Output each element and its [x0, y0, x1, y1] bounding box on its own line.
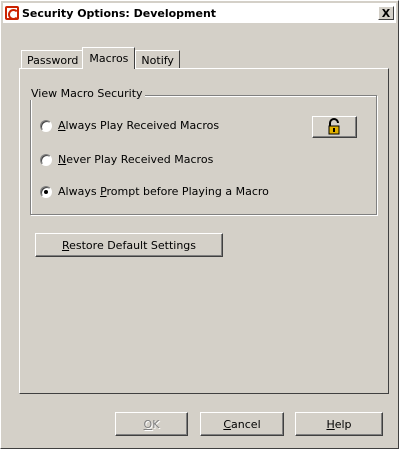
- tab-strip: Password Macros Notify: [21, 45, 180, 69]
- radio-button[interactable]: [40, 119, 52, 132]
- ok-button[interactable]: OK: [115, 412, 188, 436]
- padlock-icon: [328, 118, 339, 135]
- close-button[interactable]: X: [378, 6, 394, 20]
- radio-always-play-label: Always Play Received Macros: [58, 119, 220, 132]
- help-label: Help: [326, 417, 352, 431]
- group-legend: View Macro Security: [29, 87, 145, 100]
- title-bar[interactable]: Security Options: Development X: [3, 3, 396, 23]
- restore-defaults-label: Restore Default Settings: [61, 238, 197, 252]
- radio-never-play[interactable]: Never Play Received Macros: [40, 153, 213, 166]
- tab-password[interactable]: Password: [21, 50, 85, 69]
- tab-macros-label: Macros: [89, 52, 129, 65]
- radio-always-play[interactable]: Always Play Received Macros: [40, 119, 219, 132]
- tab-notify-label: Notify: [141, 53, 174, 67]
- cancel-label: Cancel: [223, 417, 261, 431]
- radio-always-prompt[interactable]: Always Prompt before Playing a Macro: [40, 185, 269, 198]
- radio-button-selected[interactable]: [40, 185, 52, 198]
- window-title: Security Options: Development: [22, 6, 217, 20]
- cancel-button[interactable]: Cancel: [200, 412, 284, 436]
- lock-button[interactable]: [312, 116, 357, 138]
- help-button[interactable]: Help: [295, 412, 383, 436]
- macros-tab-panel: View Macro Security Always Play Received…: [19, 68, 389, 394]
- restore-defaults-button[interactable]: Restore Default Settings: [35, 233, 223, 257]
- app-logo-icon: [5, 6, 19, 20]
- tab-notify[interactable]: Notify: [135, 50, 180, 69]
- radio-button[interactable]: [40, 153, 52, 166]
- radio-always-prompt-label: Always Prompt before Playing a Macro: [58, 185, 269, 198]
- tab-macros[interactable]: Macros: [82, 47, 136, 69]
- tab-password-label: Password: [27, 53, 79, 67]
- ok-label: OK: [143, 417, 160, 431]
- radio-never-play-label: Never Play Received Macros: [58, 153, 214, 166]
- security-options-dialog: Security Options: Development X Password…: [0, 0, 399, 449]
